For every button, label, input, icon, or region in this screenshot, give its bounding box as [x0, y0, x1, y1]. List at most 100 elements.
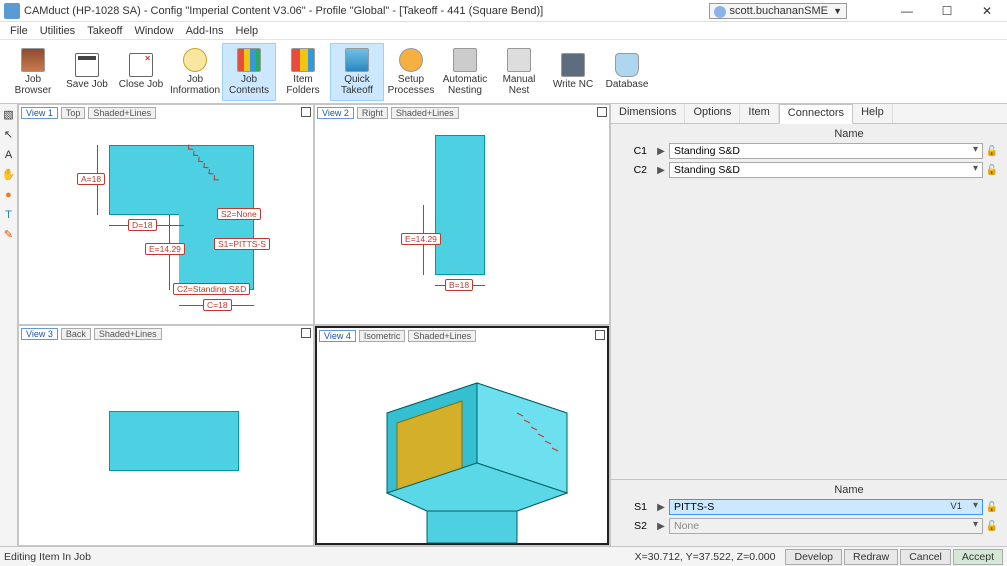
- user-name: scott.buchananSME: [730, 5, 828, 17]
- vp3-mode2[interactable]: Shaded+Lines: [94, 328, 162, 340]
- s2-lock-icon[interactable]: 🔓: [983, 521, 1001, 532]
- tool-pencil-icon[interactable]: ✎: [2, 228, 16, 242]
- vp4-maximize-icon[interactable]: [595, 330, 605, 340]
- info-icon: [183, 48, 207, 72]
- quick-takeoff-label: Quick Takeoff: [331, 74, 383, 96]
- menu-file[interactable]: File: [4, 25, 34, 37]
- redraw-button[interactable]: Redraw: [844, 549, 898, 565]
- c2-dropdown[interactable]: Standing S&D: [669, 162, 983, 178]
- s2-dropdown[interactable]: None: [669, 518, 983, 534]
- folders-icon: [291, 48, 315, 72]
- vp1-mode1[interactable]: Top: [61, 107, 86, 119]
- tab-options[interactable]: Options: [685, 104, 740, 123]
- tab-dimensions[interactable]: Dimensions: [611, 104, 685, 123]
- vp1-mode2[interactable]: Shaded+Lines: [88, 107, 156, 119]
- save-job-button[interactable]: Save Job: [60, 43, 114, 101]
- vp4-header: View 4 Isometric Shaded+Lines: [319, 330, 476, 342]
- tool-cube-icon[interactable]: ▧: [2, 108, 16, 122]
- s1-lock-icon[interactable]: 🔓: [983, 502, 1001, 513]
- setup-processes-button[interactable]: Setup Processes: [384, 43, 438, 101]
- c2-lock-icon[interactable]: 🔓: [983, 165, 1001, 176]
- manual-nest-button[interactable]: Manual Nest: [492, 43, 546, 101]
- close-job-label: Close Job: [119, 79, 163, 90]
- item-folders-label: Item Folders: [277, 74, 329, 96]
- property-tabs: Dimensions Options Item Connectors Help: [611, 104, 1007, 124]
- tab-item[interactable]: Item: [740, 104, 778, 123]
- close-button[interactable]: ✕: [967, 0, 1007, 22]
- dim-c2: C2=Standing S&D: [173, 283, 250, 295]
- c2-label: C2: [617, 164, 653, 176]
- vp3-maximize-icon[interactable]: [301, 328, 311, 338]
- window-title: CAMduct (HP-1028 SA) - Config "Imperial …: [24, 5, 543, 17]
- database-button[interactable]: Database: [600, 43, 654, 101]
- menubar: File Utilities Takeoff Window Add-Ins He…: [0, 22, 1007, 40]
- setup-processes-label: Setup Processes: [385, 74, 437, 96]
- s1-dropdown[interactable]: PITTS-S V1: [669, 499, 983, 515]
- job-information-button[interactable]: Job Information: [168, 43, 222, 101]
- vp3-header: View 3 Back Shaded+Lines: [21, 328, 162, 340]
- tab-connectors[interactable]: Connectors: [779, 104, 853, 124]
- statusbar: Editing Item In Job X=30.712, Y=37.522, …: [0, 546, 1007, 566]
- vp2-mode1[interactable]: Right: [357, 107, 388, 119]
- menu-takeoff[interactable]: Takeoff: [81, 25, 128, 37]
- maximize-button[interactable]: ☐: [927, 0, 967, 22]
- viewport-2[interactable]: View 2 Right Shaded+Lines E=14.29 B=18: [315, 105, 609, 324]
- vp2-mode2[interactable]: Shaded+Lines: [391, 107, 459, 119]
- vp3-mode1[interactable]: Back: [61, 328, 91, 340]
- dim-b: B=18: [445, 279, 473, 291]
- connector-row-c2: C2 ▶ Standing S&D 🔓: [617, 161, 1001, 179]
- menu-addins[interactable]: Add-Ins: [180, 25, 230, 37]
- tab-help[interactable]: Help: [853, 104, 893, 123]
- dim-d: D=18: [128, 219, 157, 231]
- viewport-3[interactable]: View 3 Back Shaded+Lines: [19, 326, 313, 545]
- menu-window[interactable]: Window: [128, 25, 179, 37]
- write-nc-button[interactable]: Write NC: [546, 43, 600, 101]
- job-browser-button[interactable]: Job Browser: [6, 43, 60, 101]
- viewport-4[interactable]: View 4 Isometric Shaded+Lines: [315, 326, 609, 545]
- develop-button[interactable]: Develop: [785, 549, 842, 565]
- quick-takeoff-button[interactable]: Quick Takeoff: [330, 43, 384, 101]
- user-dropdown[interactable]: scott.buchananSME: [709, 3, 847, 19]
- c1-expand-icon[interactable]: ▶: [653, 146, 669, 157]
- vp2-name[interactable]: View 2: [317, 107, 354, 119]
- contents-icon: [237, 48, 261, 72]
- connector-row-c1: C1 ▶ Standing S&D 🔓: [617, 142, 1001, 160]
- s1-expand-icon[interactable]: ▶: [653, 502, 669, 513]
- vp2-maximize-icon[interactable]: [597, 107, 607, 117]
- dim-e1: E=14.29: [145, 243, 185, 255]
- s2-expand-icon[interactable]: ▶: [653, 521, 669, 532]
- c1-dropdown[interactable]: Standing S&D: [669, 143, 983, 159]
- vp4-mode1[interactable]: Isometric: [359, 330, 406, 342]
- vp3-name[interactable]: View 3: [21, 328, 58, 340]
- app-icon: [4, 3, 20, 19]
- status-coords: X=30.712, Y=37.522, Z=0.000: [635, 551, 776, 563]
- cancel-button[interactable]: Cancel: [900, 549, 951, 565]
- job-browser-label: Job Browser: [7, 74, 59, 96]
- tool-tshape-icon[interactable]: T: [2, 208, 16, 222]
- minimize-button[interactable]: —: [887, 0, 927, 22]
- menu-utilities[interactable]: Utilities: [34, 25, 81, 37]
- vp1-maximize-icon[interactable]: [301, 107, 311, 117]
- viewport-1[interactable]: View 1 Top Shaded+Lines A=18 D=18 E=14.2…: [19, 105, 313, 324]
- vp1-name[interactable]: View 1: [21, 107, 58, 119]
- close-job-button[interactable]: Close Job: [114, 43, 168, 101]
- tool-arrow-icon[interactable]: ↖: [2, 128, 16, 142]
- item-folders-button[interactable]: Item Folders: [276, 43, 330, 101]
- vp1-header: View 1 Top Shaded+Lines: [21, 107, 156, 119]
- tool-fdot-icon[interactable]: ●: [2, 188, 16, 202]
- c1-label: C1: [617, 145, 653, 157]
- accept-button[interactable]: Accept: [953, 549, 1003, 565]
- job-contents-button[interactable]: Job Contents: [222, 43, 276, 101]
- tool-text-icon[interactable]: A: [2, 148, 16, 162]
- vp4-mode2[interactable]: Shaded+Lines: [408, 330, 476, 342]
- c2-expand-icon[interactable]: ▶: [653, 165, 669, 176]
- menu-help[interactable]: Help: [230, 25, 265, 37]
- manual-nest-label: Manual Nest: [493, 74, 545, 96]
- save-job-label: Save Job: [66, 79, 108, 90]
- automatic-nesting-button[interactable]: Automatic Nesting: [438, 43, 492, 101]
- tool-hand-icon[interactable]: ✋: [2, 168, 16, 182]
- setup-icon: [399, 48, 423, 72]
- c1-lock-icon[interactable]: 🔓: [983, 146, 1001, 157]
- vp4-name[interactable]: View 4: [319, 330, 356, 342]
- vp4-iso-shape: [367, 353, 597, 545]
